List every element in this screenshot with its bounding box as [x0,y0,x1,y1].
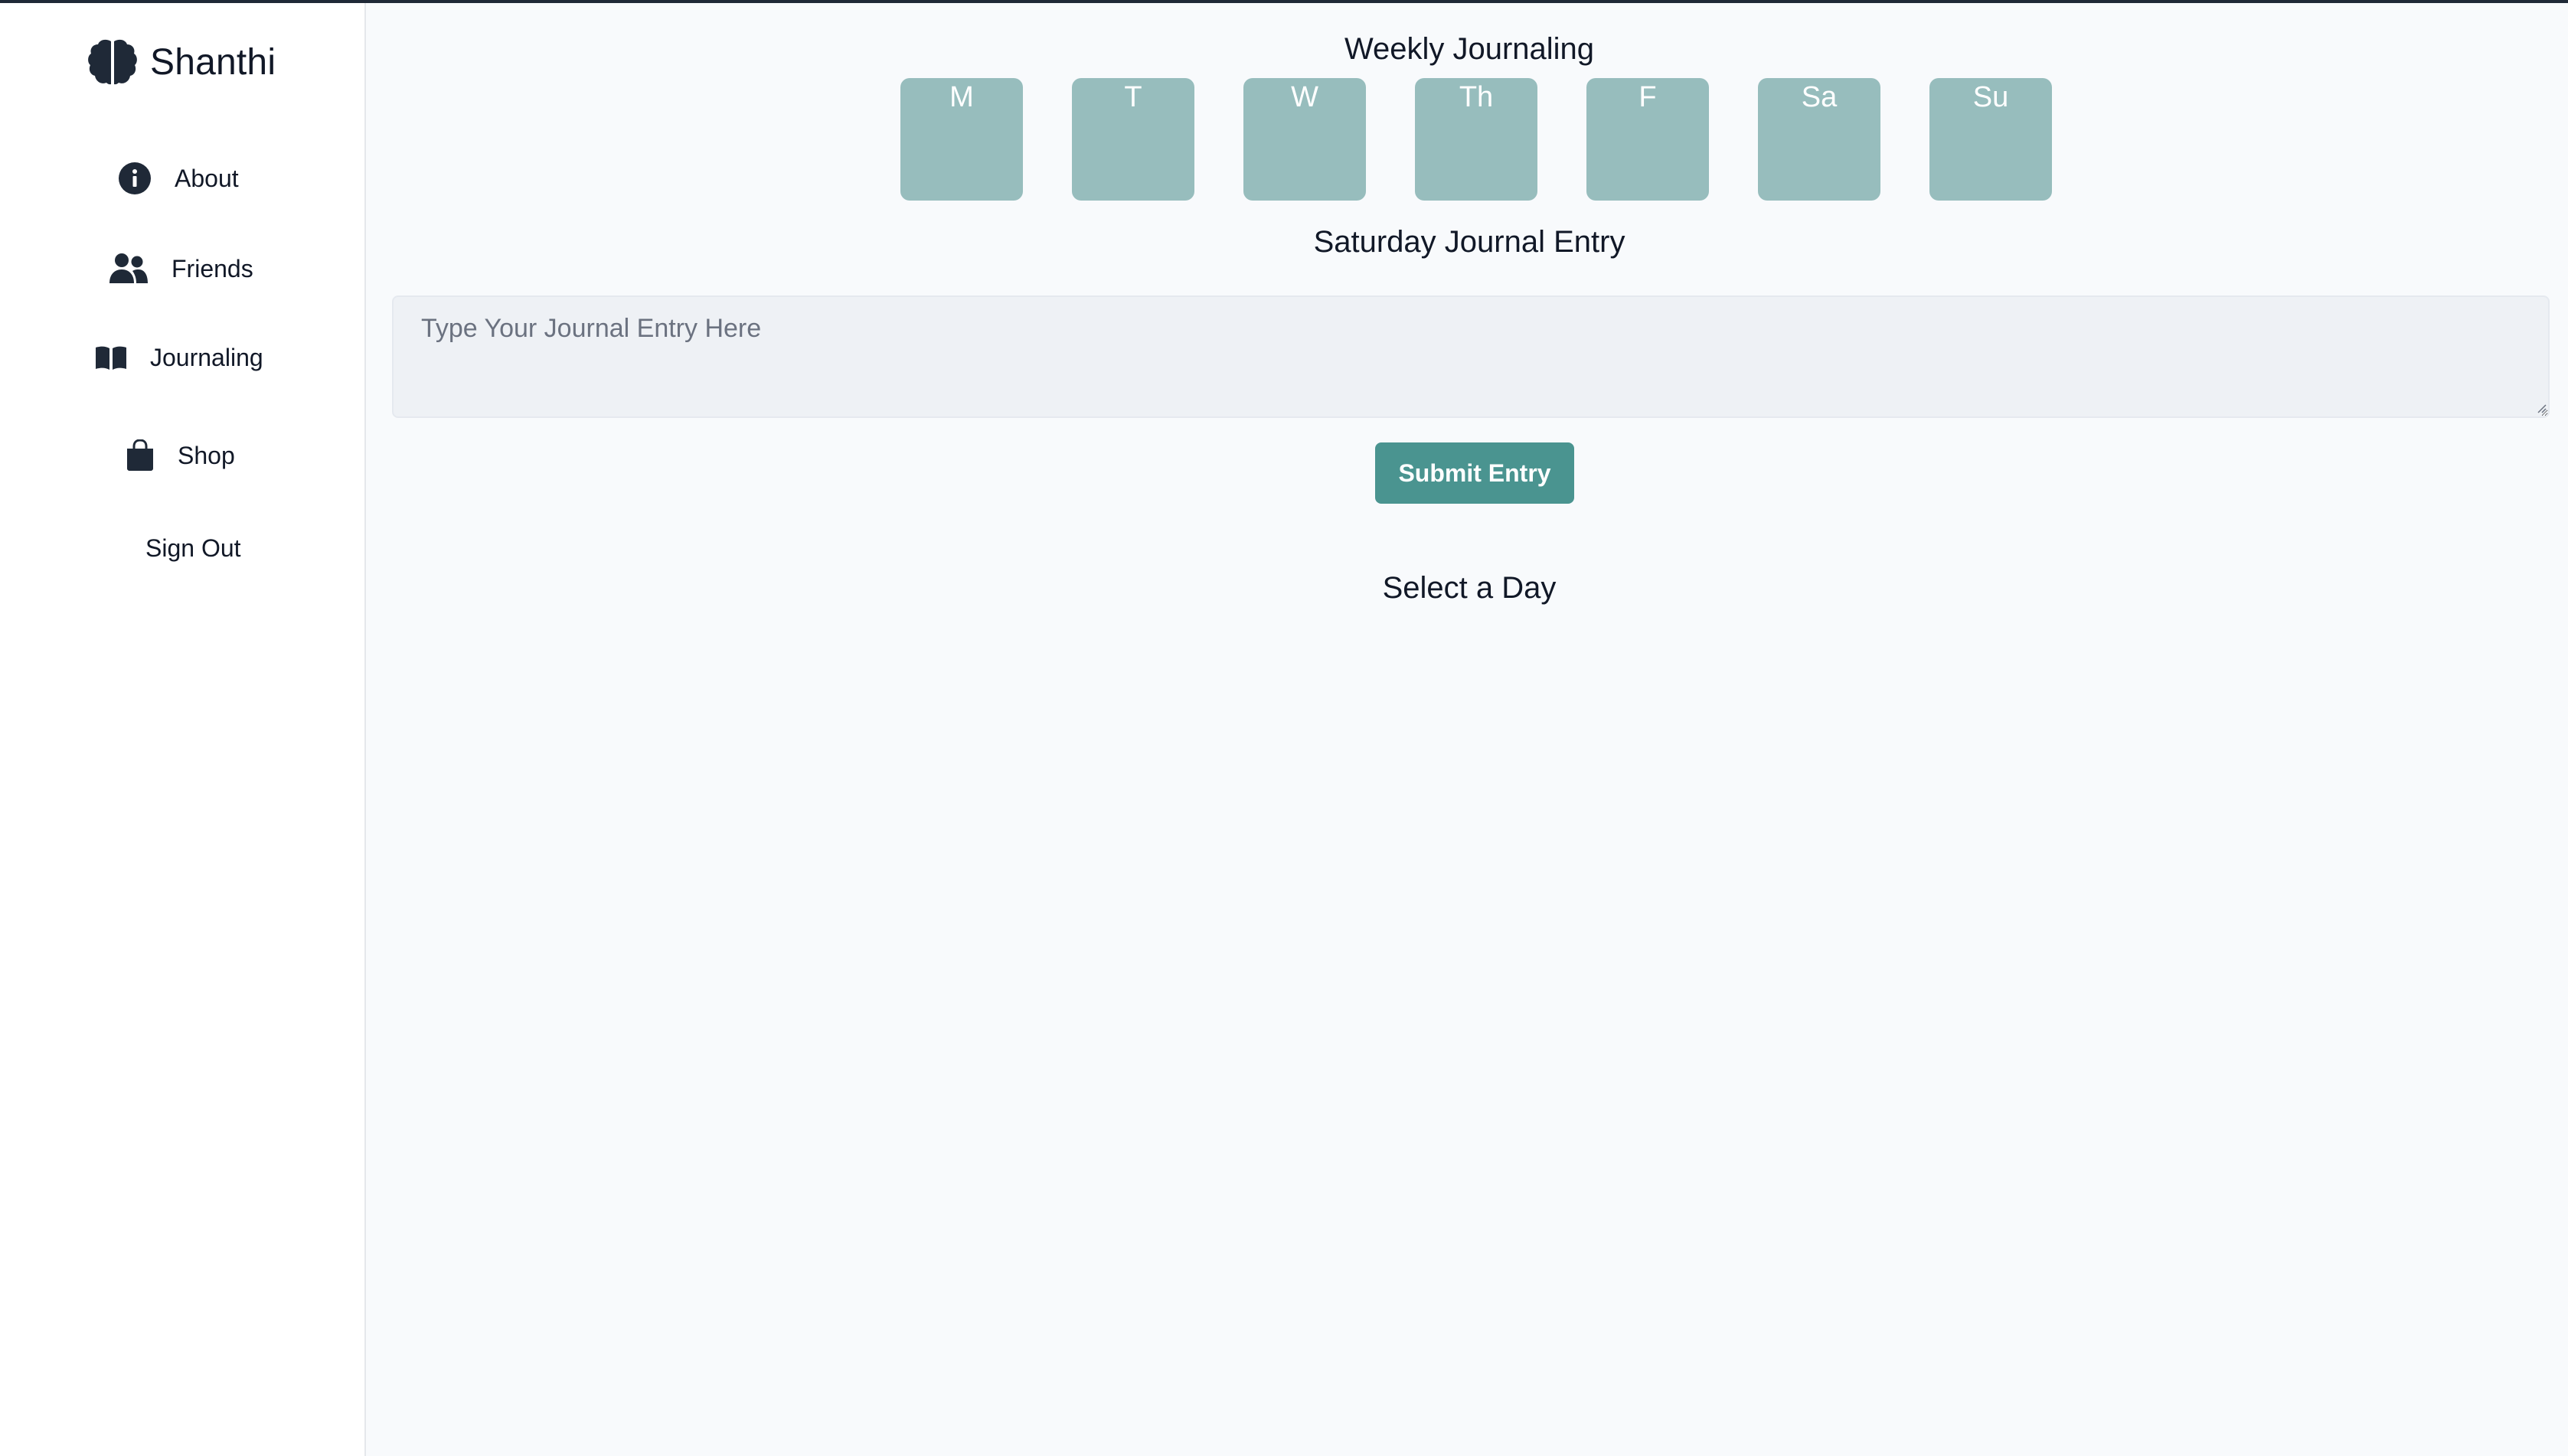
day-tile-wednesday[interactable]: W [1243,78,1366,201]
sidebar-item-label: Journaling [150,344,263,371]
sidebar-item-journaling[interactable]: Journaling [95,344,263,372]
users-icon [109,253,148,283]
entry-title: Saturday Journal Entry [1313,225,1625,259]
day-tile-thursday[interactable]: Th [1415,78,1537,201]
page-title: Weekly Journaling [1344,32,1595,66]
book-icon [96,346,126,370]
shopping-bag-icon [127,439,153,471]
day-tile-friday[interactable]: F [1586,78,1709,201]
sidebar-item-shop[interactable]: Shop [126,439,235,472]
day-tile-saturday[interactable]: Sa [1758,78,1880,201]
day-tile-tuesday[interactable]: T [1072,78,1194,201]
select-day-prompt: Select a Day [1382,571,1557,605]
day-selector: M T W Th F Sa Su [900,78,2052,201]
main-content: Weekly Journaling M T W Th F Sa Su Satur… [366,3,2568,1456]
day-tile-monday[interactable]: M [900,78,1023,201]
sidebar-item-about[interactable]: About [118,162,239,195]
sidebar-item-label: Shop [178,441,235,469]
sidebar-item-sign-out[interactable]: Sign Out [145,534,241,563]
info-icon [119,162,151,194]
sidebar-item-label: About [175,164,239,192]
app-root: Shanthi About Friends Journaling Shop Si… [0,0,2568,1456]
day-tile-sunday[interactable]: Su [1929,78,2052,201]
sidebar-item-label: Friends [172,254,253,282]
sidebar-nav: About Friends Journaling Shop Sign Out [0,3,364,1456]
sidebar-item-label: Sign Out [145,534,241,562]
sidebar: Shanthi About Friends Journaling Shop Si… [0,3,366,1456]
submit-entry-button[interactable]: Submit Entry [1375,442,1574,504]
sidebar-item-friends[interactable]: Friends [109,253,253,285]
journal-entry-input[interactable] [392,295,2550,418]
